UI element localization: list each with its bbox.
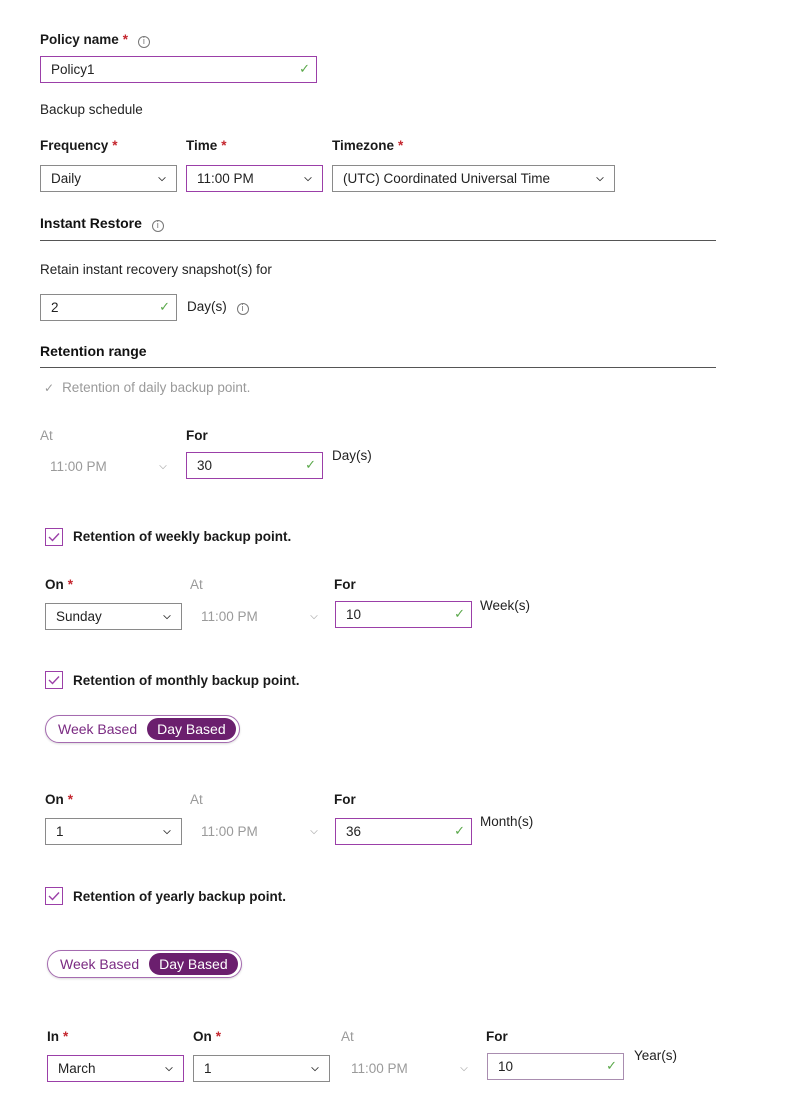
daily-for-label: For xyxy=(186,428,208,443)
frequency-dropdown[interactable]: Daily xyxy=(40,165,177,192)
monthly-at-label: At xyxy=(190,792,203,807)
section-divider xyxy=(40,240,716,241)
toggle-option-day-based[interactable]: Day Based xyxy=(147,718,236,740)
checkmark-icon: ✓ xyxy=(454,824,465,839)
weekly-at-dropdown: 11:00 PM xyxy=(191,603,328,630)
retention-range-heading: Retention range xyxy=(40,343,147,359)
required-asterisk: * xyxy=(398,138,404,153)
monthly-at-dropdown: 11:00 PM xyxy=(191,818,328,845)
instant-restore-heading: Instant Restore i xyxy=(40,215,164,232)
daily-at-label: At xyxy=(40,428,53,443)
checkmark-icon: ✓ xyxy=(606,1059,617,1074)
weekly-for-label: For xyxy=(334,577,356,592)
toggle-option-day-based[interactable]: Day Based xyxy=(149,953,238,975)
required-asterisk: * xyxy=(215,1029,222,1044)
chevron-down-icon xyxy=(310,828,328,836)
checkmark-icon: ✓ xyxy=(305,458,316,473)
yearly-on-label: On * xyxy=(193,1029,222,1044)
yearly-unit-label: Year(s) xyxy=(634,1048,678,1063)
chevron-down-icon xyxy=(163,828,181,836)
policy-name-input[interactable]: Policy1 ✓ xyxy=(40,56,317,83)
daily-for-input[interactable]: 30 ✓ xyxy=(186,452,323,479)
yearly-basis-toggle[interactable]: Week Based Day Based xyxy=(47,950,242,978)
chevron-down-icon xyxy=(158,175,176,183)
monthly-for-label: For xyxy=(334,792,356,807)
monthly-retention-label: Retention of monthly backup point. xyxy=(73,673,300,688)
yearly-for-input[interactable]: 10 ✓ xyxy=(487,1053,624,1080)
weekly-retention-label: Retention of weekly backup point. xyxy=(73,529,292,544)
chevron-down-icon xyxy=(596,175,614,183)
yearly-in-label: In * xyxy=(47,1029,69,1044)
retain-days-input[interactable]: 2 ✓ xyxy=(40,294,177,321)
info-icon[interactable]: i xyxy=(236,303,249,315)
section-divider xyxy=(40,367,716,368)
yearly-retention-label: Retention of yearly backup point. xyxy=(73,889,287,904)
time-dropdown[interactable]: 11:00 PM xyxy=(186,165,323,192)
monthly-on-dropdown[interactable]: 1 xyxy=(45,818,182,845)
required-asterisk: * xyxy=(112,138,118,153)
chevron-down-icon xyxy=(165,1065,183,1073)
chevron-down-icon xyxy=(310,613,328,621)
info-icon[interactable]: i xyxy=(137,36,150,48)
daily-retention-row: ✓ Retention of daily backup point. xyxy=(44,380,251,395)
monthly-unit-label: Month(s) xyxy=(480,814,534,829)
retain-unit-label: Day(s) i xyxy=(187,299,249,315)
chevron-down-icon xyxy=(311,1065,329,1073)
timezone-dropdown[interactable]: (UTC) Coordinated Universal Time xyxy=(332,165,615,192)
toggle-option-week-based[interactable]: Week Based xyxy=(58,721,137,737)
chevron-down-icon xyxy=(304,175,322,183)
checkmark-icon: ✓ xyxy=(44,381,55,395)
checkbox-checked-icon xyxy=(48,676,60,685)
retain-snapshots-label: Retain instant recovery snapshot(s) for xyxy=(40,262,272,277)
policy-name-label: Policy name * i xyxy=(40,32,150,48)
yearly-in-dropdown[interactable]: March xyxy=(47,1055,184,1082)
info-icon[interactable]: i xyxy=(151,220,164,232)
time-label: Time * xyxy=(186,138,227,153)
checkmark-icon: ✓ xyxy=(454,607,465,622)
checkbox-checked-icon xyxy=(48,533,60,542)
required-asterisk: * xyxy=(122,32,129,47)
weekly-retention-checkbox[interactable] xyxy=(45,528,63,546)
yearly-at-label: At xyxy=(341,1029,354,1044)
required-asterisk: * xyxy=(63,1029,69,1044)
required-asterisk: * xyxy=(67,577,74,592)
toggle-option-week-based[interactable]: Week Based xyxy=(60,956,139,972)
chevron-down-icon xyxy=(159,463,177,471)
weekly-for-input[interactable]: 10 ✓ xyxy=(335,601,472,628)
daily-at-dropdown: 11:00 PM xyxy=(40,453,177,480)
timezone-label: Timezone * xyxy=(332,138,404,153)
required-asterisk: * xyxy=(67,792,74,807)
checkmark-icon: ✓ xyxy=(299,62,310,77)
monthly-retention-checkbox[interactable] xyxy=(45,671,63,689)
yearly-for-label: For xyxy=(486,1029,508,1044)
chevron-down-icon xyxy=(460,1065,478,1073)
chevron-down-icon xyxy=(163,613,181,621)
checkbox-checked-icon xyxy=(48,892,60,901)
yearly-on-dropdown[interactable]: 1 xyxy=(193,1055,330,1082)
weekly-at-label: At xyxy=(190,577,203,592)
frequency-label: Frequency * xyxy=(40,138,118,153)
yearly-at-dropdown: 11:00 PM xyxy=(341,1055,478,1082)
weekly-on-label: On * xyxy=(45,577,74,592)
weekly-unit-label: Week(s) xyxy=(480,598,531,613)
required-asterisk: * xyxy=(221,138,227,153)
daily-unit-label: Day(s) xyxy=(332,448,372,463)
weekly-on-dropdown[interactable]: Sunday xyxy=(45,603,182,630)
backup-schedule-heading: Backup schedule xyxy=(40,102,143,117)
yearly-retention-checkbox[interactable] xyxy=(45,887,63,905)
checkmark-icon: ✓ xyxy=(159,300,170,315)
monthly-for-input[interactable]: 36 ✓ xyxy=(335,818,472,845)
monthly-on-label: On * xyxy=(45,792,74,807)
monthly-basis-toggle[interactable]: Week Based Day Based xyxy=(45,715,240,743)
